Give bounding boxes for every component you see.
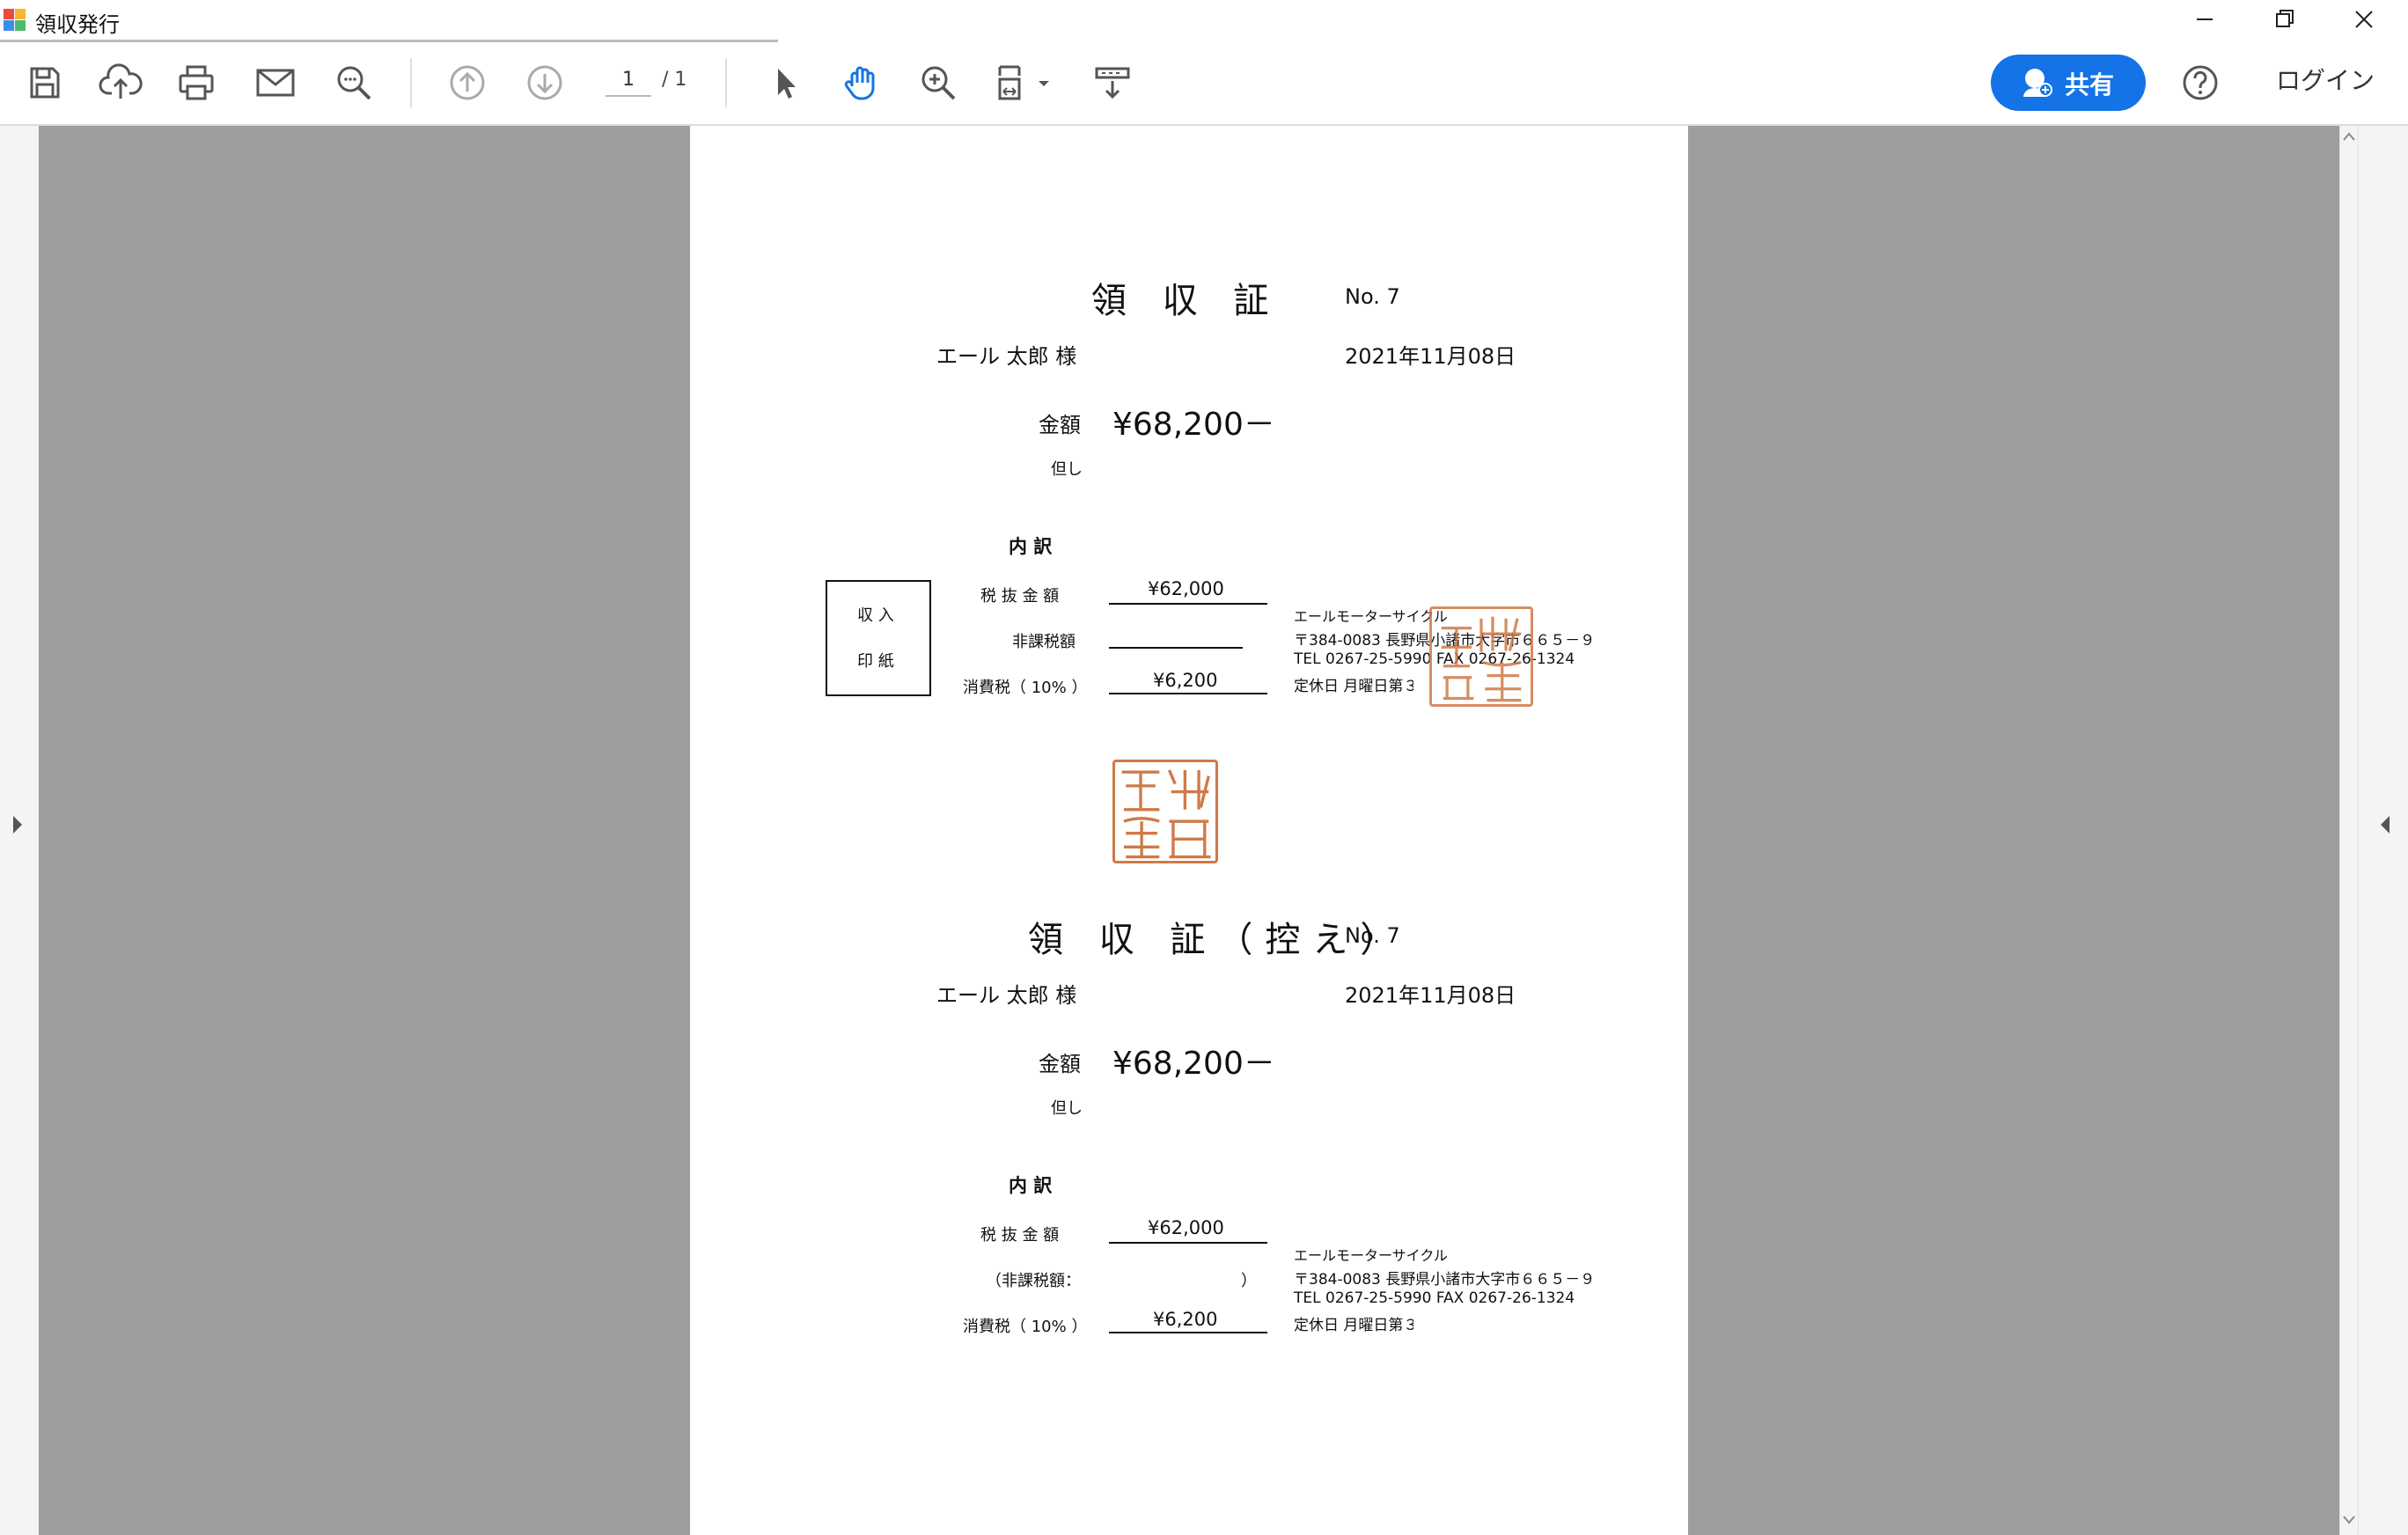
toolbar: 1 / 1 共有 ログイン xyxy=(0,42,2408,126)
scroll-down-icon[interactable] xyxy=(2343,1515,2355,1525)
page-number-input[interactable]: 1 xyxy=(606,65,651,97)
copy-amount-value: ¥68,200－ xyxy=(1112,1046,1275,1082)
scroll-up-icon[interactable] xyxy=(2343,131,2355,142)
toolbar-separator xyxy=(725,58,727,107)
non-taxable-label: 非課税額 xyxy=(1012,633,1076,651)
next-page-icon[interactable] xyxy=(518,56,571,109)
copy-receipt-date: 2021年11月08日 xyxy=(1345,983,1516,1008)
share-button[interactable]: 共有 xyxy=(1991,55,2146,111)
receipt-date: 2021年11月08日 xyxy=(1345,344,1516,369)
revenue-stamp-box: 収 入 印 紙 xyxy=(826,580,931,696)
copy-consumption-tax-label: 消費税（ 10% ） xyxy=(963,1318,1088,1336)
app-icon xyxy=(4,9,26,32)
copy-tadashi-label: 但し xyxy=(1051,1099,1083,1118)
receipt-title: 領 収 証 xyxy=(1091,281,1281,321)
copy-company-name: エールモーターサイクル xyxy=(1294,1247,1448,1264)
company-hours: 定休日 月曜日第３水曜日 営業時間 9:00～1 xyxy=(1294,678,1413,695)
close-window-button[interactable] xyxy=(2324,0,2403,40)
underline xyxy=(1109,647,1243,649)
window-title: 領収発行 xyxy=(35,12,120,37)
center-seal xyxy=(1112,760,1218,863)
copy-tax-excluded-label: 税 抜 金 額 xyxy=(980,1226,1060,1245)
save-icon[interactable] xyxy=(18,56,70,109)
receipt-number: No. 7 xyxy=(1345,284,1400,309)
customer-name: エール 太郎 様 xyxy=(936,344,1077,369)
amount-label: 金額 xyxy=(1039,413,1081,437)
copy-consumption-tax-value: ¥6,200 xyxy=(1153,1309,1218,1330)
print-icon[interactable] xyxy=(170,56,223,109)
breakdown-label: 内 訳 xyxy=(1009,536,1053,557)
tax-excluded-value: ¥62,000 xyxy=(1148,578,1224,599)
company-seal xyxy=(1429,606,1533,707)
restore-button[interactable] xyxy=(2244,0,2324,40)
help-icon[interactable] xyxy=(2174,56,2227,109)
copy-company-tel-fax: TEL 0267-25-5990 FAX 0267-26-1324 xyxy=(1294,1289,1575,1307)
share-user-icon xyxy=(2023,69,2052,97)
underline xyxy=(1109,1242,1267,1244)
collapse-right-pane-icon[interactable] xyxy=(2378,814,2392,835)
select-cursor-icon[interactable] xyxy=(757,56,810,109)
company-name: エールモーターサイクル xyxy=(1294,608,1448,625)
consumption-tax-label: 消費税（ 10% ） xyxy=(963,679,1088,697)
copy-amount-label: 金額 xyxy=(1039,1052,1081,1076)
previous-page-icon[interactable] xyxy=(441,56,494,109)
copy-company-address: 〒384-0083 長野県小諸市大字市６６５－９ xyxy=(1294,1271,1596,1289)
amount-value: ¥68,200－ xyxy=(1112,407,1275,443)
underline xyxy=(1109,1332,1267,1333)
stamp-label-2: 印 紙 xyxy=(857,652,894,671)
page-total: / 1 xyxy=(662,69,687,91)
copy-non-taxable-label: （非課税額： xyxy=(986,1272,1081,1290)
left-pane-toggle[interactable] xyxy=(0,126,39,1535)
expand-left-pane-icon xyxy=(13,816,22,834)
pdf-page: 領 収 証 No. 7 エール 太郎 様 2021年11月08日 金額 ¥68,… xyxy=(690,126,1688,1535)
copy-receipt-number: No. 7 xyxy=(1345,923,1400,948)
copy-tax-excluded-value: ¥62,000 xyxy=(1148,1217,1224,1238)
consumption-tax-value: ¥6,200 xyxy=(1153,670,1218,691)
right-pane xyxy=(2339,126,2408,1535)
email-icon[interactable] xyxy=(249,56,302,109)
cloud-upload-icon[interactable] xyxy=(94,56,147,109)
fit-page-dropdown-icon[interactable] xyxy=(989,56,1060,109)
stamp-label-1: 収 入 xyxy=(857,606,894,625)
vertical-scrollbar[interactable] xyxy=(2339,126,2359,1535)
underline xyxy=(1109,603,1267,605)
minimize-button[interactable] xyxy=(2165,0,2244,40)
share-label: 共有 xyxy=(2065,70,2115,99)
scroll-mode-icon[interactable] xyxy=(1086,56,1139,109)
copy-customer-name: エール 太郎 様 xyxy=(936,983,1077,1008)
underline xyxy=(1109,693,1267,694)
copy-breakdown-label: 内 訳 xyxy=(1009,1175,1053,1196)
copy-company-hours: 定休日 月曜日第３水曜日 営業時間 9:00～1 xyxy=(1294,1317,1413,1334)
tax-excluded-label: 税 抜 金 額 xyxy=(980,587,1060,606)
copy-non-taxable-close: ） xyxy=(1241,1272,1257,1290)
toolbar-separator xyxy=(410,58,412,107)
window-title-bar: 領収発行 xyxy=(0,0,2408,40)
login-button[interactable]: ログイン xyxy=(2276,62,2375,97)
hand-tool-icon[interactable] xyxy=(834,56,887,109)
zoom-in-icon[interactable] xyxy=(912,56,965,109)
find-text-icon[interactable] xyxy=(327,56,380,109)
tadashi-label: 但し xyxy=(1051,460,1083,479)
